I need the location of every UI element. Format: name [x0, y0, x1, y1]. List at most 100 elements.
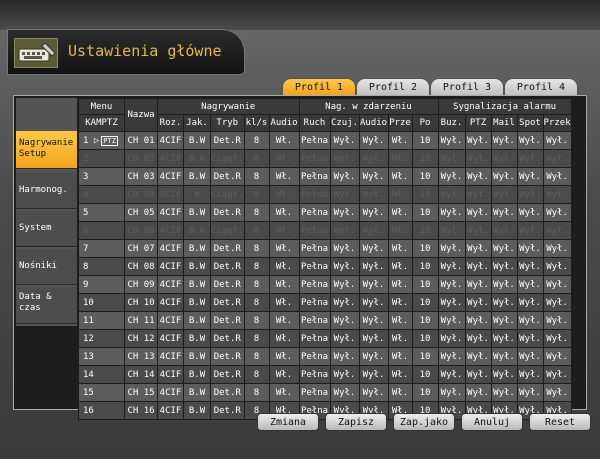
cell-1[interactable]: B.W [183, 329, 211, 348]
zmiana-button[interactable]: Zmiana [257, 413, 319, 431]
cell-14[interactable]: Wył. [542, 185, 572, 204]
cell-8[interactable]: Wł. [387, 131, 413, 150]
cell-6[interactable]: Wył. [329, 203, 360, 222]
cell-0[interactable]: 4CIF [157, 239, 184, 258]
cell-11[interactable]: Wył. [464, 311, 492, 330]
cell-6[interactable]: Wył. [329, 167, 360, 186]
cell-8[interactable]: Wł. [387, 275, 413, 294]
cell-10[interactable]: Wył. [437, 149, 466, 168]
cell-11[interactable]: Wył. [464, 257, 492, 276]
cell-6[interactable]: Wył. [329, 239, 360, 258]
cell-0[interactable]: 4CIF [157, 311, 184, 330]
cell-12[interactable]: Wył. [490, 131, 518, 150]
channel-name-cell[interactable]: CH 04 [124, 185, 158, 204]
zapisz-jako-button[interactable]: Zap.jako [393, 413, 455, 431]
cell-11[interactable]: Wył. [464, 167, 492, 186]
cell-3[interactable]: 8 [243, 203, 270, 222]
cell-1[interactable]: B.W [183, 167, 211, 186]
cell-1[interactable]: B.W [183, 293, 211, 312]
channel-name-cell[interactable]: CH 03 [124, 167, 158, 186]
cell-1[interactable]: B.W [183, 401, 211, 420]
cell-1[interactable]: B.W [183, 131, 211, 150]
cell-10[interactable]: Wył. [437, 365, 466, 384]
cell-12[interactable]: Wył. [490, 257, 518, 276]
cell-6[interactable]: Wył. [329, 293, 360, 312]
cell-0[interactable]: 4CIF [157, 257, 184, 276]
cell-14[interactable]: Wył. [542, 221, 572, 240]
cell-5[interactable]: Pełna [298, 185, 331, 204]
cell-12[interactable]: Wył. [490, 167, 518, 186]
cell-4[interactable]: Wł. [268, 257, 300, 276]
cell-8[interactable]: Wł. [387, 383, 413, 402]
cell-5[interactable]: Pełna [298, 329, 331, 348]
cell-3[interactable]: 8 [243, 383, 270, 402]
channel-name-cell[interactable]: CH 05 [124, 203, 158, 222]
cell-11[interactable]: Wył. [464, 131, 492, 150]
kam-cell[interactable]: 15 [78, 383, 125, 402]
cell-7[interactable]: Wył. [358, 275, 389, 294]
cell-8[interactable]: Wł. [387, 329, 413, 348]
cell-0[interactable]: 4CIF [157, 293, 184, 312]
cell-10[interactable]: Wył. [437, 275, 466, 294]
cell-5[interactable]: Pełna [298, 347, 331, 366]
cell-11[interactable]: Wył. [464, 347, 492, 366]
cell-14[interactable]: Wył. [542, 347, 572, 366]
cell-13[interactable]: Wył. [516, 311, 544, 330]
channel-name-cell[interactable]: CH 13 [124, 347, 158, 366]
kam-cell[interactable]: 1 ▷ PTZ [78, 131, 125, 150]
cell-4[interactable]: Wł. [268, 239, 300, 258]
cell-0[interactable]: 4CIF [157, 221, 184, 240]
cell-8[interactable]: Wł. [387, 311, 413, 330]
cell-14[interactable]: Wył. [542, 311, 572, 330]
cell-9[interactable]: 10 [411, 347, 439, 366]
cell-4[interactable]: Wł. [268, 311, 300, 330]
cell-2[interactable]: Det.R [210, 275, 245, 294]
cell-2[interactable]: Ciągł. [210, 185, 245, 204]
cell-7[interactable]: Wył. [358, 221, 389, 240]
cell-14[interactable]: Wył. [542, 167, 572, 186]
cell-7[interactable]: Wył. [358, 149, 389, 168]
cell-2[interactable]: Det.R [210, 329, 245, 348]
cell-12[interactable]: Wył. [490, 185, 518, 204]
cell-6[interactable]: Wył. [329, 221, 360, 240]
cell-2[interactable]: Det.R [210, 365, 245, 384]
channel-name-cell[interactable]: CH 01 [124, 131, 158, 150]
cell-1[interactable]: B.W [183, 311, 211, 330]
cell-7[interactable]: Wył. [358, 203, 389, 222]
cell-0[interactable]: 4CIF [157, 329, 184, 348]
cell-6[interactable]: Wył. [329, 383, 360, 402]
cell-9[interactable]: 10 [411, 185, 439, 204]
cell-5[interactable]: Pełna [298, 221, 331, 240]
cell-4[interactable]: Wł. [268, 365, 300, 384]
cell-2[interactable]: Det.R [210, 203, 245, 222]
cell-9[interactable]: 10 [411, 257, 439, 276]
cell-2[interactable]: Det.R [210, 167, 245, 186]
kam-cell[interactable]: 4 [78, 185, 125, 204]
channel-name-cell[interactable]: CH 16 [124, 401, 158, 420]
cell-2[interactable]: Det.R [210, 293, 245, 312]
sidebar-item-nosniki[interactable]: Nośniki [16, 249, 77, 285]
cell-1[interactable]: B.W [183, 347, 211, 366]
kam-cell[interactable]: 12 [78, 329, 125, 348]
cell-9[interactable]: 10 [411, 131, 439, 150]
cell-3[interactable]: 8 [243, 347, 270, 366]
sidebar-item-system[interactable]: System [16, 211, 77, 247]
cell-2[interactable]: Ciągł. [210, 149, 245, 168]
cell-7[interactable]: Wył. [358, 293, 389, 312]
cell-14[interactable]: Wył. [542, 329, 572, 348]
cell-13[interactable]: Wył. [516, 221, 544, 240]
cell-12[interactable]: Wył. [490, 329, 518, 348]
kam-cell[interactable]: 5 [78, 203, 125, 222]
cell-5[interactable]: Pełna [298, 311, 331, 330]
cell-13[interactable]: Wył. [516, 383, 544, 402]
sidebar-item-harmonogram[interactable]: Harmonog. [16, 173, 77, 209]
cell-3[interactable]: 8 [243, 365, 270, 384]
channel-name-cell[interactable]: CH 07 [124, 239, 158, 258]
channel-name-cell[interactable]: CH 14 [124, 365, 158, 384]
cell-3[interactable]: 8 [243, 275, 270, 294]
cell-10[interactable]: Wył. [437, 257, 466, 276]
cell-1[interactable]: B.W [183, 275, 211, 294]
cell-1[interactable]: B.W [183, 239, 211, 258]
cell-6[interactable]: Wył. [329, 275, 360, 294]
cell-3[interactable]: 8 [243, 221, 270, 240]
